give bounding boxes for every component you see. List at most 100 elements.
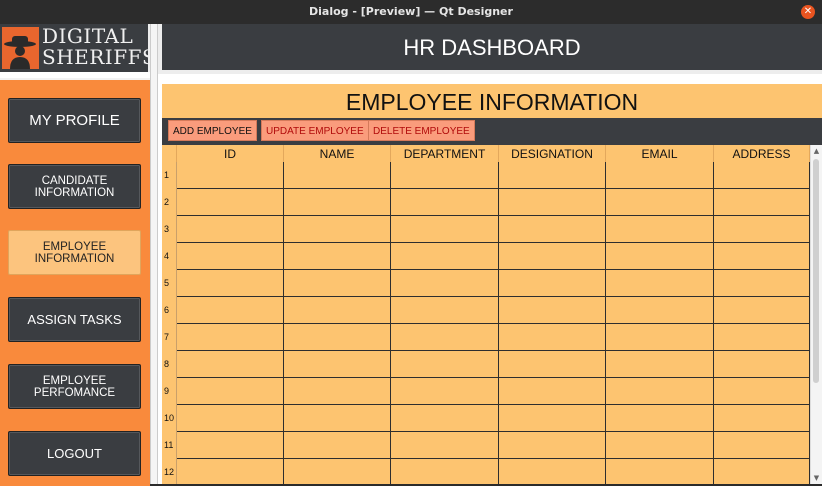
column-header[interactable]: NAME — [284, 145, 391, 162]
table-cell[interactable] — [284, 351, 391, 378]
table-cell[interactable] — [177, 459, 284, 484]
table-cell[interactable] — [177, 432, 284, 459]
table-cell[interactable] — [606, 378, 714, 405]
row-header[interactable]: 3 — [162, 216, 177, 243]
table-cell[interactable] — [391, 324, 499, 351]
table-cell[interactable] — [606, 459, 714, 484]
table-cell[interactable] — [284, 459, 391, 484]
column-header[interactable]: EMAIL — [606, 145, 714, 162]
table-cell[interactable] — [714, 351, 810, 378]
table-cell[interactable] — [284, 162, 391, 189]
row-header[interactable]: 4 — [162, 243, 177, 270]
table-cell[interactable] — [714, 270, 810, 297]
table-cell[interactable] — [391, 351, 499, 378]
sidebar-item-candidate-information[interactable]: CANDIDATE INFORMATION — [8, 164, 141, 209]
table-cell[interactable] — [606, 351, 714, 378]
table-cell[interactable] — [606, 405, 714, 432]
scrollbar-thumb[interactable] — [813, 159, 819, 383]
table-cell[interactable] — [177, 378, 284, 405]
table-cell[interactable] — [499, 405, 606, 432]
sidebar-item-employee-performance[interactable]: EMPLOYEE PERFOMANCE — [8, 364, 141, 409]
row-header[interactable]: 9 — [162, 378, 177, 405]
table-cell[interactable] — [284, 189, 391, 216]
sidebar-item-assign-tasks[interactable]: ASSIGN TASKS — [8, 297, 141, 342]
table-cell[interactable] — [499, 243, 606, 270]
table-cell[interactable] — [284, 297, 391, 324]
column-header[interactable]: DESIGNATION — [499, 145, 606, 162]
table-cell[interactable] — [391, 432, 499, 459]
table-cell[interactable] — [714, 162, 810, 189]
sidebar-item-employee-information[interactable]: EMPLOYEE INFORMATION — [8, 230, 141, 275]
table-cell[interactable] — [499, 270, 606, 297]
column-header[interactable]: DEPARTMENT — [391, 145, 499, 162]
row-header[interactable]: 1 — [162, 162, 177, 189]
row-header[interactable]: 2 — [162, 189, 177, 216]
table-cell[interactable] — [284, 405, 391, 432]
table-cell[interactable] — [606, 216, 714, 243]
table-cell[interactable] — [714, 243, 810, 270]
table-cell[interactable] — [499, 324, 606, 351]
sidebar-item-logout[interactable]: LOGOUT — [8, 431, 141, 476]
table-cell[interactable] — [284, 243, 391, 270]
row-header[interactable]: 10 — [162, 405, 177, 432]
table-cell[interactable] — [177, 243, 284, 270]
table-cell[interactable] — [499, 459, 606, 484]
close-icon[interactable]: ✕ — [801, 5, 815, 19]
scroll-up-icon[interactable]: ▲ — [812, 146, 821, 156]
row-header[interactable]: 8 — [162, 351, 177, 378]
splitter-handle[interactable] — [150, 24, 158, 484]
table-cell[interactable] — [714, 378, 810, 405]
table-cell[interactable] — [284, 270, 391, 297]
row-header[interactable]: 6 — [162, 297, 177, 324]
table-cell[interactable] — [499, 162, 606, 189]
table-cell[interactable] — [177, 324, 284, 351]
table-cell[interactable] — [177, 270, 284, 297]
table-cell[interactable] — [391, 270, 499, 297]
table-cell[interactable] — [606, 270, 714, 297]
table-cell[interactable] — [284, 216, 391, 243]
table-cell[interactable] — [177, 189, 284, 216]
table-cell[interactable] — [606, 432, 714, 459]
scroll-down-icon[interactable]: ▼ — [812, 473, 821, 483]
table-cell[interactable] — [177, 351, 284, 378]
column-header[interactable]: ID — [177, 145, 284, 162]
table-cell[interactable] — [391, 243, 499, 270]
table-cell[interactable] — [606, 243, 714, 270]
row-header[interactable]: 5 — [162, 270, 177, 297]
table-cell[interactable] — [284, 378, 391, 405]
table-cell[interactable] — [714, 459, 810, 484]
table-cell[interactable] — [391, 297, 499, 324]
table-cell[interactable] — [714, 432, 810, 459]
table-cell[interactable] — [499, 378, 606, 405]
table-cell[interactable] — [391, 378, 499, 405]
table-cell[interactable] — [177, 162, 284, 189]
update-employee-button[interactable]: UPDATE EMPLOYEE — [261, 120, 369, 141]
add-employee-button[interactable]: ADD EMPLOYEE — [168, 120, 257, 141]
vertical-scrollbar[interactable]: ▲ ▼ — [810, 145, 822, 484]
table-corner[interactable] — [162, 145, 177, 162]
table-cell[interactable] — [606, 162, 714, 189]
table-cell[interactable] — [391, 405, 499, 432]
table-cell[interactable] — [499, 216, 606, 243]
table-cell[interactable] — [606, 297, 714, 324]
table-cell[interactable] — [177, 216, 284, 243]
table-cell[interactable] — [499, 189, 606, 216]
sidebar-item-my-profile[interactable]: MY PROFILE — [8, 98, 141, 143]
table-cell[interactable] — [714, 405, 810, 432]
table-cell[interactable] — [391, 189, 499, 216]
column-header[interactable]: ADDRESS — [714, 145, 810, 162]
table-cell[interactable] — [391, 162, 499, 189]
table-cell[interactable] — [284, 324, 391, 351]
table-cell[interactable] — [391, 216, 499, 243]
employee-table[interactable]: ID NAME DEPARTMENT DESIGNATION EMAIL ADDRESS … — [162, 145, 822, 484]
table-cell[interactable] — [499, 351, 606, 378]
table-cell[interactable] — [177, 297, 284, 324]
table-cell[interactable] — [714, 216, 810, 243]
table-cell[interactable] — [499, 297, 606, 324]
table-cell[interactable] — [714, 297, 810, 324]
table-cell[interactable] — [391, 459, 499, 484]
row-header[interactable]: 7 — [162, 324, 177, 351]
table-cell[interactable] — [284, 432, 391, 459]
delete-employee-button[interactable]: DELETE EMPLOYEE — [368, 120, 475, 141]
row-header[interactable]: 11 — [162, 432, 177, 459]
